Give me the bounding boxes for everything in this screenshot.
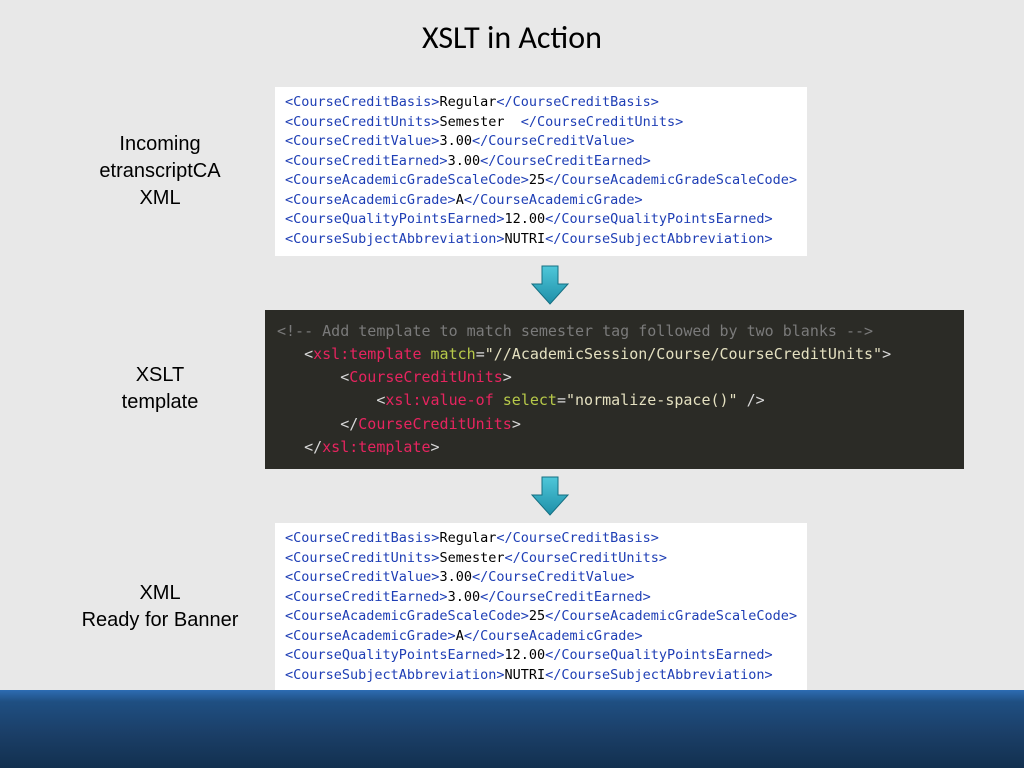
code-incoming-xml: <CourseCreditBasis>Regular</CourseCredit… [275, 87, 807, 256]
footer-bar [0, 690, 1024, 768]
arrow-down-icon [530, 475, 570, 517]
arrow-down-icon [530, 264, 570, 306]
label-xslt: XSLTtemplate [45, 362, 275, 416]
code-xslt-template: <!-- Add template to match semester tag … [265, 310, 964, 470]
section-incoming: IncomingetranscriptCAXML <CourseCreditBa… [45, 87, 964, 256]
page-title: XSLT in Action [0, 0, 1024, 57]
arrow-down-2 [235, 475, 865, 517]
label-incoming: IncomingetranscriptCAXML [45, 131, 275, 212]
label-ready: XMLReady for Banner [45, 580, 275, 634]
section-ready: XMLReady for Banner <CourseCreditBasis>R… [45, 523, 964, 692]
code-ready-xml: <CourseCreditBasis>Regular</CourseCredit… [275, 523, 807, 692]
section-xslt: XSLTtemplate <!-- Add template to match … [45, 310, 964, 470]
arrow-down-1 [235, 264, 865, 306]
